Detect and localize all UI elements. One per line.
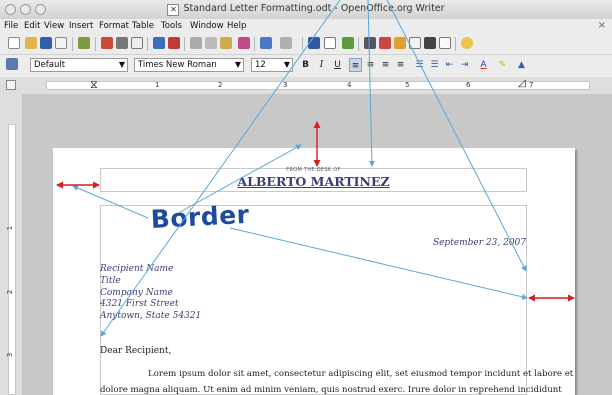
border-arrow <box>72 185 149 219</box>
annotation-arrows <box>56 0 575 337</box>
pointer-arrow <box>386 0 527 272</box>
pointer-arrow <box>367 0 375 167</box>
pointer-arrow <box>100 0 341 337</box>
border-arrow <box>179 144 302 213</box>
border-arrow <box>229 227 528 300</box>
